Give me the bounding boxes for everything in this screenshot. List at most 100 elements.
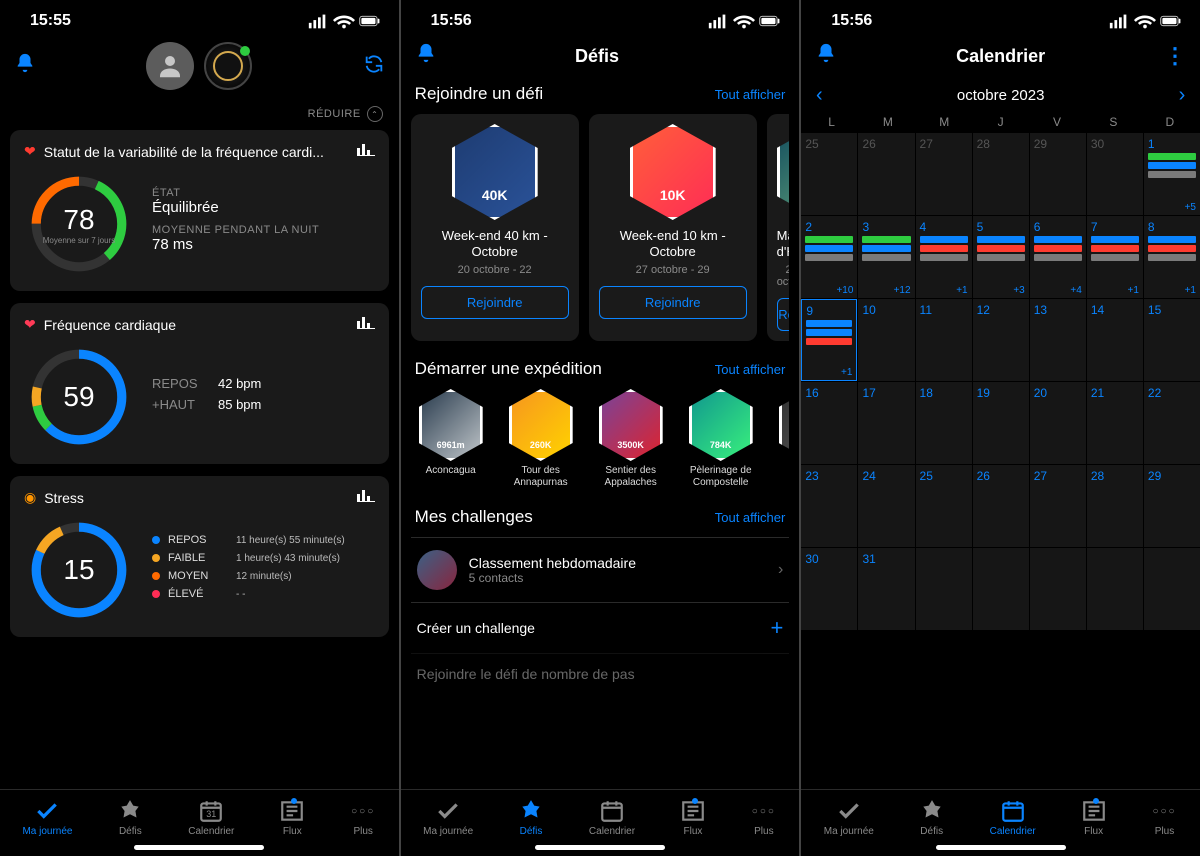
card-heart-rate[interactable]: ❤ Fréquence cardiaque 59 REP bbox=[10, 303, 389, 464]
calendar-cell[interactable] bbox=[1144, 548, 1200, 630]
bell-icon[interactable] bbox=[14, 52, 36, 80]
calendar-cell[interactable]: 18 bbox=[916, 382, 972, 464]
join-view-all[interactable]: Tout afficher bbox=[715, 87, 786, 102]
expedition-item[interactable]: 260KTour des Annapurnas bbox=[501, 389, 581, 489]
calendar-cell[interactable] bbox=[1087, 548, 1143, 630]
calendar-cell[interactable]: 25 bbox=[916, 465, 972, 547]
join-button[interactable]: Rejo bbox=[777, 298, 790, 331]
calendar-cell[interactable]: 30 bbox=[1087, 133, 1143, 215]
calendar-cell[interactable] bbox=[973, 548, 1029, 630]
calendar-cell[interactable]: 14 bbox=[1087, 299, 1143, 381]
status-time: 15:56 bbox=[431, 12, 472, 30]
calendar-cell[interactable]: 26 bbox=[858, 133, 914, 215]
calendar-cell[interactable]: 24 bbox=[858, 465, 914, 547]
more-icon[interactable]: ⋮ bbox=[1164, 43, 1186, 69]
calendar-cell[interactable]: 2+10 bbox=[801, 216, 857, 298]
tab-flux[interactable]: Flux bbox=[1081, 798, 1107, 837]
activity-bar bbox=[977, 254, 1025, 261]
calendar-cell[interactable]: 20 bbox=[1030, 382, 1086, 464]
tab-plus[interactable]: ○○○Plus bbox=[350, 798, 376, 837]
tab-calendrier[interactable]: Calendrier bbox=[589, 798, 635, 837]
challenge-card[interactable]: 40K Week-end 40 km - Octobre 20 octobre … bbox=[411, 114, 579, 341]
prev-month-button[interactable]: ‹ bbox=[809, 84, 829, 107]
next-month-button[interactable]: › bbox=[1172, 84, 1192, 107]
calendar-cell[interactable]: 25 bbox=[801, 133, 857, 215]
tab-ma-journee[interactable]: Ma journée bbox=[423, 798, 473, 837]
expedition-item[interactable]: 784KPèlerinage de Compostelle bbox=[681, 389, 761, 489]
home-indicator[interactable] bbox=[535, 845, 665, 850]
tab-ma-journee[interactable]: Ma journée bbox=[22, 798, 72, 837]
tab-plus[interactable]: ○○○Plus bbox=[751, 798, 777, 837]
calendar-cell[interactable] bbox=[916, 548, 972, 630]
calendar-cell[interactable]: 23 bbox=[801, 465, 857, 547]
calendar-cell[interactable]: 12 bbox=[973, 299, 1029, 381]
tab-calendrier[interactable]: 31Calendrier bbox=[188, 798, 234, 837]
calendar-cell[interactable]: 27 bbox=[916, 133, 972, 215]
sync-icon[interactable] bbox=[363, 53, 385, 80]
calendar-cell[interactable]: 9+1 bbox=[801, 299, 857, 381]
calendar-cell[interactable]: 28 bbox=[1087, 465, 1143, 547]
challenges-scroll[interactable]: 40K Week-end 40 km - Octobre 20 octobre … bbox=[411, 114, 790, 341]
device-watch[interactable] bbox=[204, 42, 252, 90]
calendar-cell[interactable]: 27 bbox=[1030, 465, 1086, 547]
calendar-cell[interactable]: 6+4 bbox=[1030, 216, 1086, 298]
calendar-cell[interactable]: 16 bbox=[801, 382, 857, 464]
tab-defis[interactable]: Défis bbox=[117, 798, 143, 837]
expedition-scroll[interactable]: 6961mAconcagua260KTour des Annapurnas350… bbox=[411, 389, 790, 489]
calendar-cell[interactable]: 11 bbox=[916, 299, 972, 381]
bar-chart-icon[interactable] bbox=[357, 315, 375, 334]
activity-bar bbox=[806, 338, 852, 345]
calendar-cell[interactable]: 29 bbox=[1030, 133, 1086, 215]
calendar-cell[interactable]: 4+1 bbox=[916, 216, 972, 298]
calendar-cell[interactable]: 30 bbox=[801, 548, 857, 630]
challenge-card[interactable]: 3 mi Marche d'Hall... 27 octo... Rejo bbox=[767, 114, 790, 341]
expedition-item[interactable]: 6961mAconcagua bbox=[411, 389, 491, 489]
home-indicator[interactable] bbox=[936, 845, 1066, 850]
bar-chart-icon[interactable] bbox=[357, 488, 375, 507]
tab-defis[interactable]: Défis bbox=[518, 798, 544, 837]
card-hrv-status[interactable]: ❤ Statut de la variabilité de la fréquen… bbox=[10, 130, 389, 291]
calendar-cell[interactable]: 8+1 bbox=[1144, 216, 1200, 298]
calendar-cell[interactable]: 26 bbox=[973, 465, 1029, 547]
challenge-card[interactable]: 10K Week-end 10 km - Octobre 27 octobre … bbox=[589, 114, 757, 341]
expedition-item[interactable]: 3500KSentier des Appalaches bbox=[591, 389, 671, 489]
calendar-cell[interactable]: 5+3 bbox=[973, 216, 1029, 298]
card-stress[interactable]: ◉ Stress 15 REPOS11 heure(s) 55 minute(s… bbox=[10, 476, 389, 637]
join-button[interactable]: Rejoindre bbox=[599, 286, 747, 319]
tab-calendrier[interactable]: Calendrier bbox=[990, 798, 1036, 837]
bar-chart-icon[interactable] bbox=[357, 142, 375, 161]
tab-defis[interactable]: Défis bbox=[919, 798, 945, 837]
steps-challenge-row[interactable]: Rejoindre le défi de nombre de pas bbox=[411, 653, 790, 694]
my-view-all[interactable]: Tout afficher bbox=[715, 510, 786, 525]
activity-bar bbox=[1034, 254, 1082, 261]
calendar-cell[interactable]: 7+1 bbox=[1087, 216, 1143, 298]
expedition-view-all[interactable]: Tout afficher bbox=[715, 362, 786, 377]
tab-ma-journee[interactable]: Ma journée bbox=[824, 798, 874, 837]
collapse-toggle[interactable]: RÉDUIRE ⌃ bbox=[10, 100, 389, 130]
join-button[interactable]: Rejoindre bbox=[421, 286, 569, 319]
create-challenge-row[interactable]: Créer un challenge + bbox=[411, 602, 790, 653]
calendar-cell[interactable]: 22 bbox=[1144, 382, 1200, 464]
calendar-cell[interactable] bbox=[1030, 548, 1086, 630]
calendar-cell[interactable]: 29 bbox=[1144, 465, 1200, 547]
calendar-cell[interactable]: 1+5 bbox=[1144, 133, 1200, 215]
calendar-cell[interactable]: 3+12 bbox=[858, 216, 914, 298]
calendar-cell[interactable]: 21 bbox=[1087, 382, 1143, 464]
expedition-item[interactable]: Pis bbox=[771, 389, 790, 489]
expedition-name: Aconcagua bbox=[411, 465, 491, 477]
tab-plus[interactable]: ○○○Plus bbox=[1152, 798, 1178, 837]
tab-flux[interactable]: Flux bbox=[279, 798, 305, 837]
calendar-cell[interactable]: 28 bbox=[973, 133, 1029, 215]
leaderboard-item[interactable]: Classement hebdomadaire 5 contacts › bbox=[411, 537, 790, 602]
home-indicator[interactable] bbox=[134, 845, 264, 850]
bell-icon[interactable] bbox=[415, 42, 437, 70]
bell-icon[interactable] bbox=[815, 42, 837, 70]
profile-avatar[interactable] bbox=[146, 42, 194, 90]
calendar-cell[interactable]: 13 bbox=[1030, 299, 1086, 381]
calendar-cell[interactable]: 15 bbox=[1144, 299, 1200, 381]
calendar-cell[interactable]: 17 bbox=[858, 382, 914, 464]
calendar-cell[interactable]: 10 bbox=[858, 299, 914, 381]
calendar-cell[interactable]: 31 bbox=[858, 548, 914, 630]
calendar-cell[interactable]: 19 bbox=[973, 382, 1029, 464]
tab-flux[interactable]: Flux bbox=[680, 798, 706, 837]
